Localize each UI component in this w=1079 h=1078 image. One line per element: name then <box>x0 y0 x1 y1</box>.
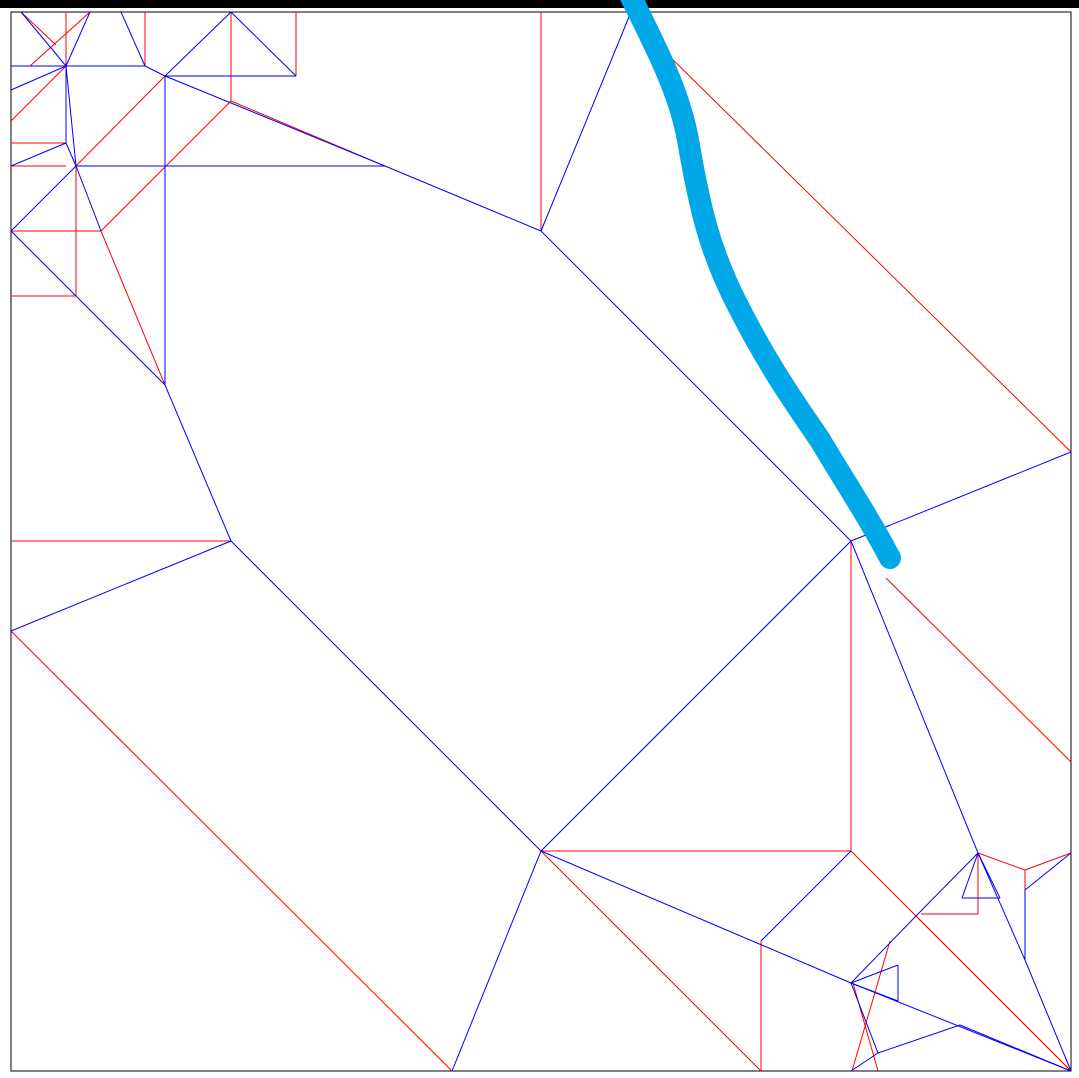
mountain-fold-line-20 <box>164 11 232 77</box>
mountain-fold-line-1 <box>230 540 542 852</box>
valley-fold-line-9 <box>885 577 1072 763</box>
valley-fold-line-27 <box>29 11 91 67</box>
mountain-fold-line-42 <box>850 964 899 984</box>
mountain-fold-line-19 <box>164 75 386 167</box>
mountain-fold-line-35 <box>915 852 979 917</box>
mountain-fold-line-12 <box>75 295 166 386</box>
mountain-fold-line-2 <box>540 540 852 852</box>
mountain-fold-line-0 <box>540 230 852 542</box>
mountain-fold-line-6 <box>451 850 542 1072</box>
mountain-fold-line-15 <box>75 165 102 232</box>
mountain-fold-line-8 <box>760 850 852 942</box>
mountain-fold-line-36 <box>977 852 1026 961</box>
mountain-fold-line-7 <box>540 850 852 984</box>
valley-fold-line-22 <box>10 65 67 122</box>
mountain-fold-line-34 <box>850 915 917 984</box>
valley-fold-line-1 <box>10 630 453 1072</box>
mountain-fold-line-9 <box>384 165 542 232</box>
valley-fold-line-31 <box>1024 852 1072 871</box>
mountain-fold-line-4 <box>850 540 979 854</box>
mountain-fold-line-44 <box>850 982 899 1002</box>
valley-fold-line-12 <box>100 230 166 386</box>
freehand-pen-stroke[interactable] <box>620 0 901 569</box>
valley-fold-line-6 <box>540 850 762 1072</box>
mountain-fold-line-28 <box>10 65 67 91</box>
valley-fold-lines <box>10 11 1072 1072</box>
mountain-fold-line-46 <box>877 1024 961 1054</box>
mountain-fold-line-39 <box>961 852 979 899</box>
mountain-fold-line-24 <box>144 65 166 77</box>
valley-fold-line-10 <box>851 940 891 1072</box>
mountain-fold-line-30 <box>10 142 67 167</box>
mountain-fold-line-14 <box>10 165 77 232</box>
mountain-fold-line-13 <box>10 230 77 297</box>
mountain-fold-line-25 <box>120 11 146 67</box>
crease-pattern-canvas[interactable] <box>0 0 1079 1078</box>
mountain-fold-line-11 <box>164 384 232 542</box>
valley-fold-line-34 <box>915 915 1072 1072</box>
mountain-fold-line-26 <box>65 11 91 67</box>
mountain-fold-line-29 <box>20 11 67 67</box>
mountain-fold-line-38 <box>1024 852 1072 891</box>
valley-fold-line-16 <box>75 75 166 167</box>
mountain-fold-line-16 <box>65 65 77 167</box>
mountain-fold-line-45 <box>850 982 879 1054</box>
mountain-fold-line-10 <box>540 11 632 232</box>
valley-fold-line-26 <box>20 11 57 46</box>
mountain-fold-line-21 <box>230 11 297 77</box>
mountain-fold-line-5 <box>10 540 232 632</box>
